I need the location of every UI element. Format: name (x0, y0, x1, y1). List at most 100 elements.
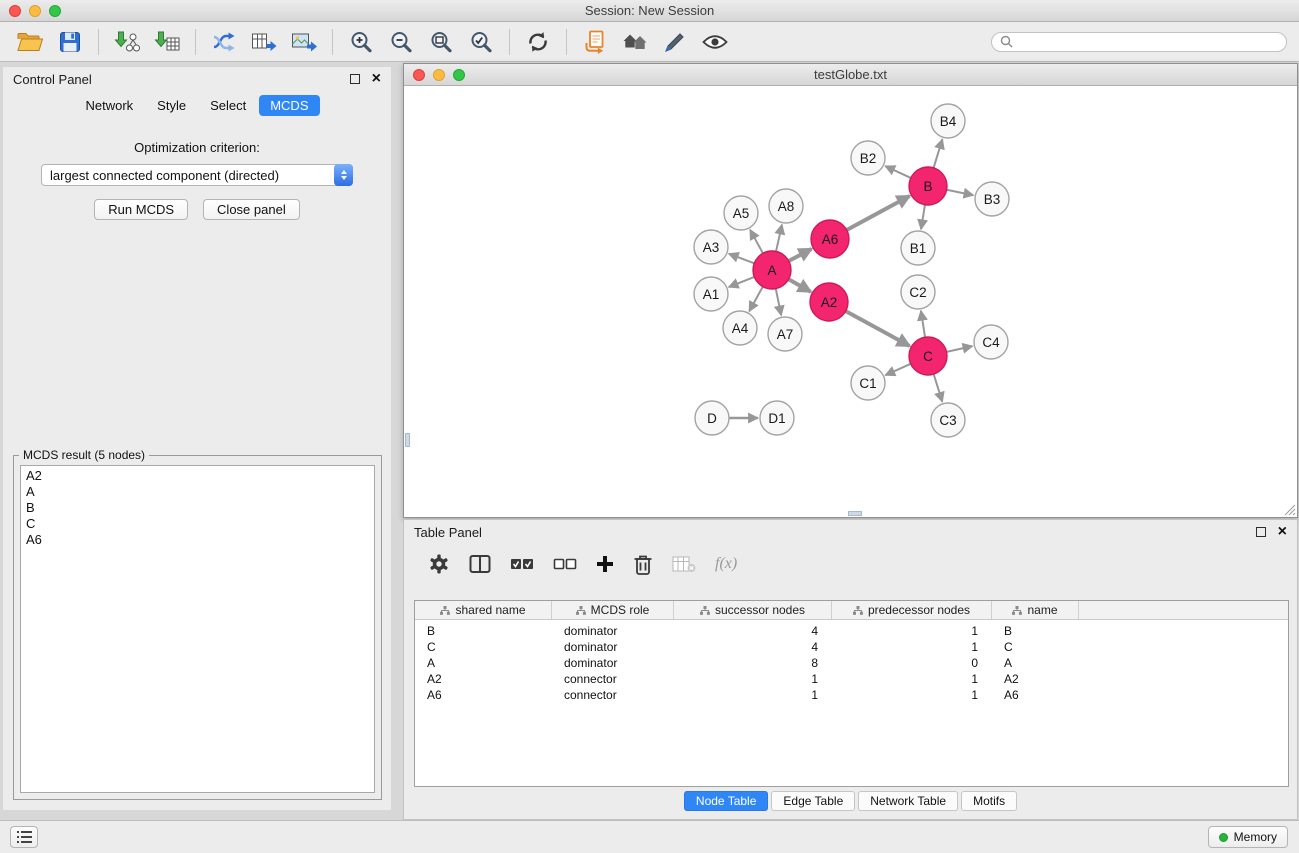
add-column-button[interactable] (596, 555, 614, 573)
edge-A-A5[interactable] (750, 230, 763, 254)
result-item[interactable]: A (21, 484, 374, 500)
zoom-fit-button[interactable] (423, 26, 459, 58)
apply-layout-button[interactable] (520, 26, 556, 58)
resize-grip-icon[interactable] (1283, 503, 1296, 516)
table-row[interactable]: Bdominator41B (415, 623, 1288, 639)
network-minimize-button[interactable] (433, 69, 445, 81)
table-cell: A6 (415, 688, 552, 702)
table-panel-title: Table Panel (414, 525, 1256, 540)
open-file-button[interactable] (12, 26, 48, 58)
mcds-result-title: MCDS result (5 nodes) (19, 448, 149, 462)
select-all-button[interactable] (510, 557, 534, 571)
save-session-button[interactable] (52, 26, 88, 58)
table-cell: dominator (552, 640, 674, 654)
tab-edge-table[interactable]: Edge Table (771, 791, 855, 811)
import-network-button[interactable] (109, 26, 145, 58)
tab-mcds[interactable]: MCDS (259, 95, 319, 116)
app-window: Session: New Session (0, 0, 1299, 853)
memory-button[interactable]: Memory (1208, 826, 1288, 848)
table-cell: 4 (674, 640, 832, 654)
edge-B-B4[interactable] (934, 139, 943, 168)
edge-B-B1[interactable] (921, 205, 925, 229)
edge-A-A8[interactable] (776, 225, 782, 252)
horizontal-scroll-thumb[interactable] (848, 511, 862, 516)
close-panel-icon[interactable]: × (372, 73, 381, 85)
table-settings-button[interactable] (428, 553, 450, 575)
minimize-window-button[interactable] (29, 5, 41, 17)
tab-select[interactable]: Select (199, 95, 257, 116)
edge-A2-C[interactable] (846, 311, 910, 346)
delete-table-button[interactable] (672, 555, 696, 573)
mcds-result-list[interactable]: A2ABCA6 (20, 465, 375, 793)
edge-A-A6[interactable] (789, 249, 812, 261)
search-input[interactable] (1018, 35, 1278, 49)
edge-A-A2[interactable] (789, 279, 811, 291)
import-table-button[interactable] (149, 26, 185, 58)
show-panels-button[interactable] (10, 826, 38, 848)
float-table-panel-icon[interactable] (1256, 527, 1266, 537)
export-table-icon (251, 30, 277, 54)
result-item[interactable]: A2 (21, 468, 374, 484)
table-row[interactable]: Adominator80A (415, 655, 1288, 671)
edge-A-A7[interactable] (776, 289, 781, 316)
node-label-A6: A6 (822, 232, 839, 247)
zoom-in-button[interactable] (343, 26, 379, 58)
show-columns-button[interactable] (469, 554, 491, 574)
zoom-window-button[interactable] (49, 5, 61, 17)
zoom-out-button[interactable] (383, 26, 419, 58)
column-header-predecessor-nodes[interactable]: predecessor nodes (832, 601, 992, 619)
vertical-scroll-thumb[interactable] (405, 433, 410, 447)
table-row[interactable]: A6connector11A6 (415, 687, 1288, 703)
result-item[interactable]: C (21, 516, 374, 532)
window-titlebar: Session: New Session (0, 0, 1299, 22)
column-header-mcds-role[interactable]: MCDS role (552, 601, 674, 619)
edge-B-B3[interactable] (947, 190, 974, 195)
network-zoom-button[interactable] (453, 69, 465, 81)
function-builder-button[interactable]: f(x) (715, 555, 737, 573)
tab-motifs[interactable]: Motifs (961, 791, 1017, 811)
table-row[interactable]: Cdominator41C (415, 639, 1288, 655)
network-close-button[interactable] (413, 69, 425, 81)
criterion-select[interactable]: largest connected component (directed) (41, 164, 353, 186)
tab-network-table[interactable]: Network Table (858, 791, 958, 811)
tab-node-table[interactable]: Node Table (684, 791, 769, 811)
home-button[interactable] (617, 26, 653, 58)
close-window-button[interactable] (9, 5, 21, 17)
edge-A-A4[interactable] (749, 287, 763, 312)
run-mcds-button[interactable]: Run MCDS (94, 199, 188, 220)
network-from-clipboard-button[interactable] (577, 26, 613, 58)
export-network-button[interactable] (206, 26, 242, 58)
wand-button[interactable] (657, 26, 693, 58)
graph-svg[interactable]: B4B2BB3A5A8A6B1A3AA1A2C2A4A7C4CC1C3DD1 (404, 87, 1297, 517)
delete-column-button[interactable] (633, 553, 653, 575)
table-row[interactable]: A2connector11A2 (415, 671, 1288, 687)
edge-A6-B[interactable] (847, 196, 910, 230)
table-cell: 8 (674, 656, 832, 670)
table-cell: A2 (415, 672, 552, 686)
edge-A-A3[interactable] (729, 254, 754, 264)
edge-C-C4[interactable] (947, 346, 973, 352)
deselect-all-button[interactable] (553, 557, 577, 571)
network-canvas[interactable]: B4B2BB3A5A8A6B1A3AA1A2C2A4A7C4CC1C3DD1 (404, 87, 1297, 517)
column-header-shared-name[interactable]: shared name (415, 601, 552, 619)
result-item[interactable]: B (21, 500, 374, 516)
column-header-successor-nodes[interactable]: successor nodes (674, 601, 832, 619)
edge-A-A1[interactable] (729, 277, 755, 287)
export-image-button[interactable] (286, 26, 322, 58)
edge-B-B2[interactable] (885, 166, 911, 178)
float-panel-icon[interactable] (350, 74, 360, 84)
edge-C-C3[interactable] (934, 374, 943, 402)
column-header-name[interactable]: name (992, 601, 1079, 619)
clipboard-icon (583, 30, 607, 54)
close-table-panel-icon[interactable]: × (1278, 526, 1287, 538)
edge-C-C1[interactable] (885, 364, 910, 375)
result-item[interactable]: A6 (21, 532, 374, 548)
zoom-selected-button[interactable] (463, 26, 499, 58)
tab-style[interactable]: Style (146, 95, 197, 116)
edge-C-C2[interactable] (921, 311, 925, 337)
close-panel-button[interactable]: Close panel (203, 199, 300, 220)
tab-network[interactable]: Network (74, 95, 144, 116)
search-field[interactable] (991, 32, 1287, 52)
show-details-button[interactable] (697, 26, 733, 58)
export-table-button[interactable] (246, 26, 282, 58)
